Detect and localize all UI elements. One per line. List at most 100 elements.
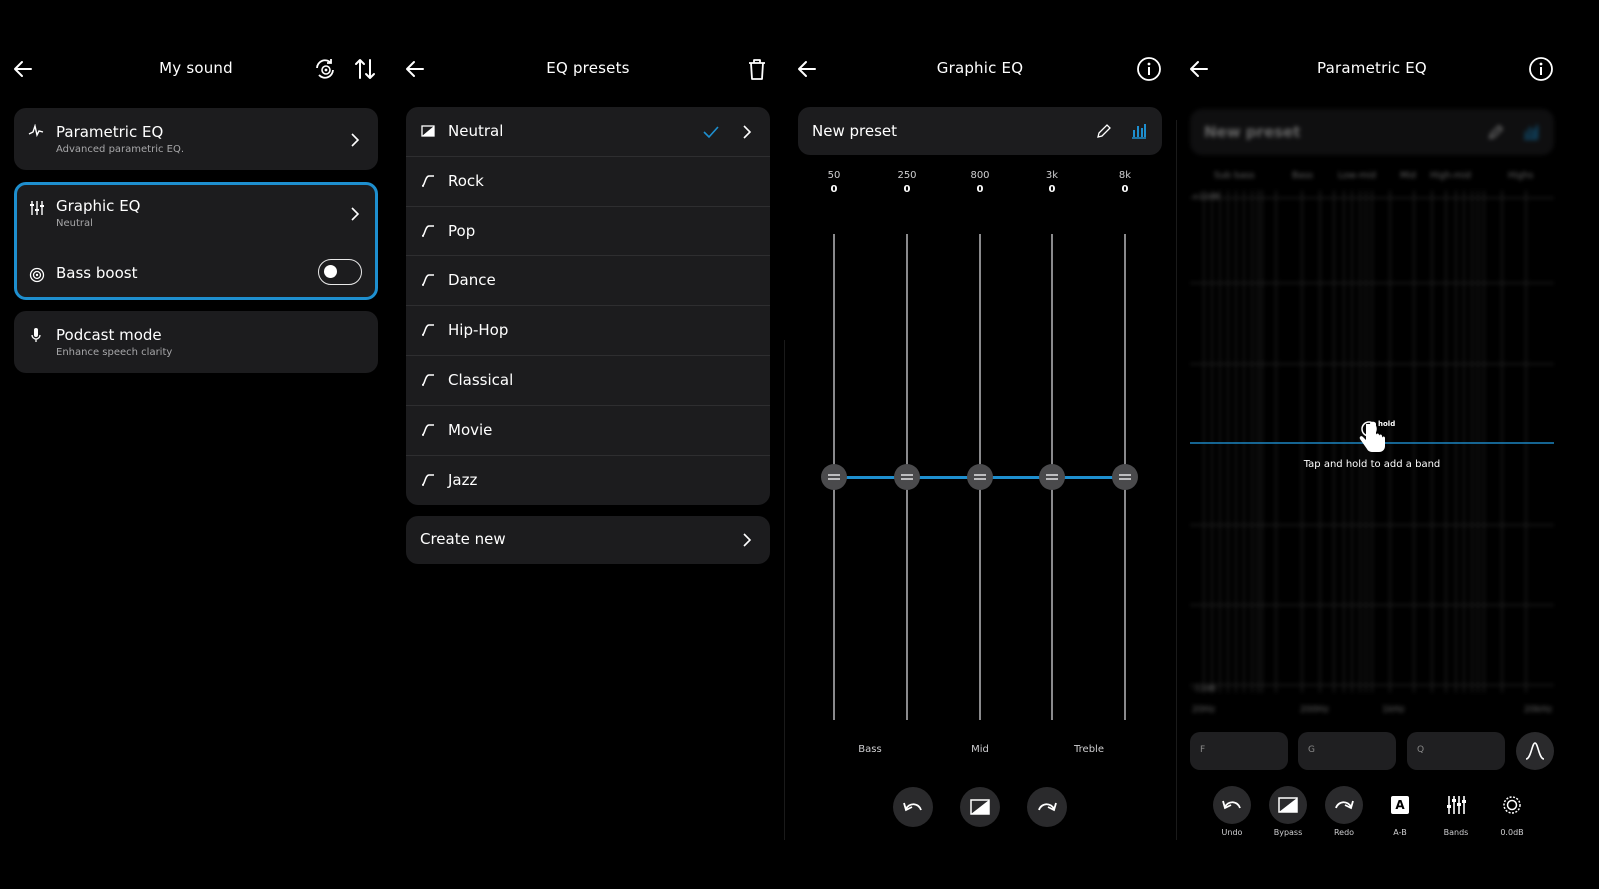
preset-item-classical[interactable]: Classical bbox=[406, 356, 770, 406]
podcast-mode-card[interactable]: Podcast mode Enhance speech clarity bbox=[14, 311, 378, 373]
preset-label: Classical bbox=[448, 370, 514, 389]
preset-item-neutral[interactable]: Neutral bbox=[406, 107, 770, 157]
band-frequency: 50 bbox=[827, 170, 841, 181]
parametric-eq-screen: Parametric EQ New preset Sub bass Bass L… bbox=[1176, 0, 1568, 889]
band-50: 50 0 bbox=[814, 170, 854, 195]
preset-label: Dance bbox=[448, 271, 496, 290]
preset-name: New preset bbox=[1204, 123, 1301, 141]
eq-presets-header: EQ presets bbox=[392, 50, 784, 88]
parametric-eq-header: Parametric EQ bbox=[1176, 50, 1568, 88]
sort-icon[interactable] bbox=[352, 56, 378, 82]
hold-badge: hold bbox=[1378, 420, 1396, 428]
redo-tool[interactable]: Redo bbox=[1316, 786, 1372, 837]
region-label: Sub bass bbox=[1214, 171, 1255, 181]
preset-name-card: New preset bbox=[798, 107, 1162, 155]
x-axis-label: 20Hz bbox=[1192, 705, 1215, 715]
y-axis-bottom-label: -12dB bbox=[1192, 684, 1216, 693]
trash-icon[interactable] bbox=[744, 56, 770, 82]
undo-icon bbox=[1222, 800, 1241, 810]
x-axis-label: 20kHz bbox=[1524, 705, 1553, 715]
create-new-button[interactable]: Create new bbox=[406, 516, 770, 564]
gain-dial-icon bbox=[1503, 796, 1521, 814]
undo-tool[interactable]: Undo bbox=[1204, 786, 1260, 837]
bands-tool[interactable]: Bands bbox=[1428, 786, 1484, 837]
checkmark-icon bbox=[703, 126, 719, 139]
redo-icon bbox=[1335, 800, 1354, 810]
preset-item-movie[interactable]: Movie bbox=[406, 406, 770, 456]
bell-curve-icon bbox=[1525, 742, 1545, 760]
frequency-field[interactable]: F bbox=[1190, 732, 1288, 770]
info-icon[interactable] bbox=[1528, 56, 1554, 82]
my-sound-header: My sound bbox=[0, 50, 392, 88]
sync-settings-icon[interactable] bbox=[312, 56, 338, 82]
slider-knob[interactable] bbox=[821, 464, 847, 490]
preset-label: Rock bbox=[448, 171, 484, 190]
graphic-eq-sliders: 50 0 250 0 800 0 3k 0 8k 0 Bass Mid Treb… bbox=[804, 170, 1156, 760]
preamp-tool[interactable]: 0.0dB bbox=[1484, 786, 1540, 837]
preset-item-jazz[interactable]: Jazz bbox=[406, 456, 770, 505]
preset-item-hip-hop[interactable]: Hip-Hop bbox=[406, 306, 770, 356]
band-gain: 0 bbox=[976, 184, 984, 195]
y-axis-top-label: +12dB bbox=[1192, 192, 1220, 201]
curve-icon bbox=[421, 224, 434, 237]
band-gain: 0 bbox=[903, 184, 911, 195]
chevron-right-icon bbox=[351, 207, 360, 221]
x-axis-label: 200Hz bbox=[1300, 705, 1329, 715]
region-treble-label: Treble bbox=[1074, 744, 1104, 755]
my-sound-screen: My sound Parametric EQ Advanced parametr… bbox=[0, 0, 392, 889]
parametric-eq-subtitle: Advanced parametric EQ. bbox=[56, 144, 185, 155]
bypass-tool[interactable]: Bypass bbox=[1260, 786, 1316, 837]
filter-shape-button[interactable] bbox=[1516, 732, 1554, 770]
tap-hold-hint: Tap and hold to add a band bbox=[1303, 459, 1441, 470]
redo-button[interactable] bbox=[1027, 787, 1067, 827]
graphic-eq-header: Graphic EQ bbox=[784, 50, 1176, 88]
band-800: 800 0 bbox=[960, 170, 1000, 195]
undo-button[interactable] bbox=[893, 787, 933, 827]
page-title: Graphic EQ bbox=[936, 59, 1024, 77]
sliders-icon bbox=[30, 201, 44, 215]
graphic-eq-card[interactable]: Graphic EQ Neutral Bass boost bbox=[14, 182, 378, 300]
bass-boost-title: Bass boost bbox=[56, 264, 138, 282]
band-frequency: 800 bbox=[970, 170, 990, 181]
info-icon[interactable] bbox=[1136, 56, 1162, 82]
bypass-button[interactable] bbox=[960, 787, 1000, 827]
chevron-right-icon bbox=[743, 125, 752, 139]
preset-label: Movie bbox=[448, 420, 493, 439]
podcast-mode-subtitle: Enhance speech clarity bbox=[56, 347, 173, 358]
curve-icon bbox=[421, 274, 434, 287]
parametric-eq-card[interactable]: Parametric EQ Advanced parametric EQ. bbox=[14, 108, 378, 170]
chevron-right-icon bbox=[743, 533, 752, 547]
slider-knob[interactable] bbox=[1112, 464, 1138, 490]
podcast-mode-title: Podcast mode bbox=[56, 326, 162, 344]
ab-tool[interactable]: A A-B bbox=[1372, 786, 1428, 837]
edit-pencil-icon[interactable] bbox=[1488, 124, 1504, 140]
tool-label: Bypass bbox=[1273, 828, 1303, 837]
band-gain: 0 bbox=[1048, 184, 1056, 195]
page-title: Parametric EQ bbox=[1317, 59, 1427, 77]
slider-knob[interactable] bbox=[894, 464, 920, 490]
preset-item-dance[interactable]: Dance bbox=[406, 256, 770, 307]
chart-bars-icon[interactable] bbox=[1522, 123, 1540, 141]
ab-compare-icon: A bbox=[1391, 796, 1409, 814]
slider-knob[interactable] bbox=[1039, 464, 1065, 490]
page-title: EQ presets bbox=[546, 59, 630, 77]
band-frequency: 3k bbox=[1045, 170, 1059, 181]
preset-name-card: New preset bbox=[1190, 109, 1554, 155]
bass-boost-toggle[interactable] bbox=[318, 259, 362, 285]
region-label: Low-mid bbox=[1338, 171, 1376, 181]
preset-item-pop[interactable]: Pop bbox=[406, 207, 770, 257]
region-label: Bass bbox=[1292, 171, 1314, 181]
chart-bars-icon[interactable] bbox=[1130, 122, 1148, 140]
preset-item-rock[interactable]: Rock bbox=[406, 157, 770, 207]
panel-divider bbox=[1176, 120, 1177, 840]
undo-icon bbox=[903, 802, 922, 812]
band-8k: 8k 0 bbox=[1105, 170, 1145, 195]
region-label: Highs bbox=[1508, 171, 1534, 181]
tool-label: A-B bbox=[1393, 828, 1407, 837]
gain-field[interactable]: G bbox=[1298, 732, 1396, 770]
slider-knob[interactable] bbox=[967, 464, 993, 490]
tool-label: Redo bbox=[1333, 828, 1355, 837]
q-field[interactable]: Q bbox=[1407, 732, 1505, 770]
edit-pencil-icon[interactable] bbox=[1096, 123, 1112, 139]
tool-label: 0.0dB bbox=[1500, 828, 1524, 837]
